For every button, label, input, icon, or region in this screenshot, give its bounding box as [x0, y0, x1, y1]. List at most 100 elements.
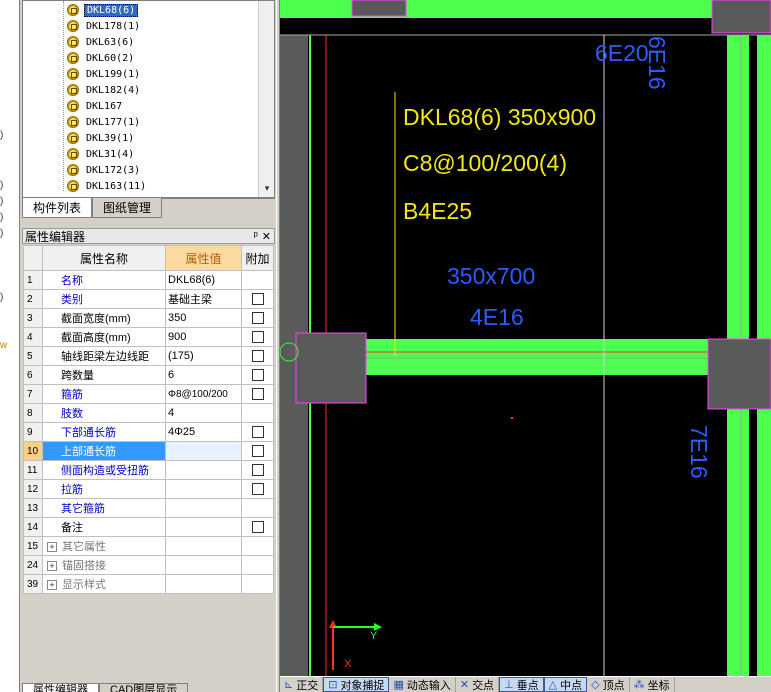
property-value[interactable] [165, 441, 242, 461]
property-group[interactable]: + 锚固搭接 [42, 555, 166, 575]
attach-checkbox[interactable] [251, 483, 264, 496]
property-value[interactable] [165, 498, 242, 518]
attach-checkbox[interactable] [251, 521, 264, 534]
component-tree[interactable]: DKL68(6) DKL178(1) DKL63(6) DKL60(2) DKL199(… [22, 0, 275, 198]
property-row[interactable]: 24 + 锚固搭接 [23, 555, 274, 575]
pin-icon[interactable]: ᵖ [254, 230, 258, 243]
property-extra [241, 536, 274, 556]
property-value[interactable]: 4 [165, 403, 242, 423]
property-value[interactable] [165, 536, 242, 556]
tab-component-list[interactable]: 构件列表 [22, 198, 93, 218]
component-icon [67, 164, 79, 176]
property-row[interactable]: 8 肢数 4 [23, 403, 274, 423]
tree-item[interactable]: DKL177(1) [67, 114, 142, 130]
property-value[interactable]: 基础主梁 [165, 289, 242, 309]
tab-drawing-management[interactable]: 图纸管理 [92, 198, 163, 218]
property-value[interactable]: 4Φ25 [165, 422, 242, 442]
status-toggle[interactable]: ⊾ 正交 [280, 677, 324, 692]
chevron-down-icon[interactable]: ▾ [259, 183, 274, 197]
property-row[interactable]: 4 截面高度(mm) 900 [23, 327, 274, 347]
tree-item-label: DKL178(1) [86, 20, 141, 32]
property-row[interactable]: 11 侧面构造或受扭筋 [23, 460, 274, 480]
component-icon [67, 4, 79, 16]
row-number: 9 [23, 422, 43, 442]
tree-item[interactable]: DKL39(1) [67, 130, 136, 146]
tree-item[interactable]: DKL163(11) [67, 178, 148, 194]
property-row[interactable]: 14 备注 [23, 517, 274, 537]
property-group[interactable]: + 其它属性 [42, 536, 166, 556]
property-value[interactable]: Φ8@100/200 [165, 384, 242, 404]
cad-canvas[interactable]: DKL68(6) 350x900 C8@100/200(4) B4E25 6E2… [280, 0, 771, 676]
property-name: 肢数 [42, 403, 166, 423]
property-group[interactable]: + 显示样式 [42, 574, 166, 594]
component-icon [67, 116, 79, 128]
row-number: 12 [23, 479, 43, 499]
status-toggle[interactable]: ▦ 动态输入 [389, 677, 456, 692]
attach-checkbox[interactable] [251, 331, 264, 344]
expand-icon[interactable]: + [47, 580, 57, 590]
tree-item-label: DKL167 [86, 100, 123, 112]
property-row[interactable]: 6 跨数量 6 [23, 365, 274, 385]
property-extra [241, 555, 274, 575]
expand-icon[interactable]: + [47, 561, 57, 571]
property-row[interactable]: 5 轴线距梁左边线距 (175) [23, 346, 274, 366]
property-value[interactable]: 900 [165, 327, 242, 347]
tree-scrollbar[interactable]: ▾ [258, 1, 274, 197]
axis-y-label: Y [370, 630, 378, 642]
property-extra [241, 289, 274, 309]
property-name: 其它属性 [62, 541, 106, 553]
status-toggle[interactable]: ✕ 交点 [456, 677, 500, 692]
status-toggle[interactable]: △ 中点 [543, 677, 588, 692]
property-value[interactable]: 350 [165, 308, 242, 328]
tree-item[interactable]: DKL199(1) [67, 66, 142, 82]
tree-item[interactable]: DKL178(1) [67, 18, 142, 34]
close-icon[interactable]: ✕ [262, 230, 271, 243]
tree-item[interactable]: DKL172(3) [67, 162, 142, 178]
attach-checkbox[interactable] [251, 445, 264, 458]
tree-item[interactable]: DKL31(4) [67, 146, 136, 162]
property-value[interactable] [165, 574, 242, 594]
property-row[interactable]: 9 下部通长筋 4Φ25 [23, 422, 274, 442]
property-row[interactable]: 7 箍筋 Φ8@100/200 [23, 384, 274, 404]
attach-checkbox[interactable] [251, 388, 264, 401]
attach-checkbox[interactable] [251, 464, 264, 477]
attach-checkbox[interactable] [251, 350, 264, 363]
tree-item[interactable]: DKL60(2) [67, 50, 136, 66]
snap-icon: ⊡ [328, 679, 338, 691]
property-value[interactable] [165, 517, 242, 537]
tree-item[interactable]: DKL63(6) [67, 34, 136, 50]
attach-checkbox[interactable] [251, 293, 264, 306]
property-value[interactable] [165, 479, 242, 499]
tree-item[interactable]: DKL68(6) [67, 2, 139, 18]
tree-item[interactable]: DKL167 [67, 98, 124, 114]
property-value[interactable] [165, 460, 242, 480]
property-row[interactable]: 1 名称 DKL68(6) [23, 270, 274, 290]
status-toggle[interactable]: ⁂ 坐标 [630, 677, 675, 692]
tab-cad-layers[interactable]: CAD图层显示 [99, 683, 189, 692]
property-row[interactable]: 12 拉筋 [23, 479, 274, 499]
attach-checkbox[interactable] [251, 312, 264, 325]
ortho-icon: ⊾ [284, 679, 294, 691]
property-row[interactable]: 2 类别 基础主梁 [23, 289, 274, 309]
tree-item-label: DKL68(6) [84, 3, 139, 17]
tree-item-label: DKL172(3) [86, 164, 141, 176]
property-value[interactable]: DKL68(6) [165, 270, 242, 290]
property-row[interactable]: 3 截面宽度(mm) 350 [23, 308, 274, 328]
property-row[interactable]: 15 + 其它属性 [23, 536, 274, 556]
property-row[interactable]: 10 上部通长筋 [23, 441, 274, 461]
strip-mark: ) [0, 180, 4, 191]
property-value[interactable] [165, 555, 242, 575]
status-toggle[interactable]: ◇ 顶点 [587, 677, 630, 692]
expand-icon[interactable]: + [47, 542, 57, 552]
tree-item[interactable]: DKL182(4) [67, 82, 142, 98]
property-value[interactable]: 6 [165, 365, 242, 385]
status-toggle[interactable]: ⊥ 垂点 [499, 677, 544, 692]
tab-property-editor[interactable]: 属性编辑器 [22, 683, 99, 692]
attach-checkbox[interactable] [251, 369, 264, 382]
attach-checkbox[interactable] [251, 426, 264, 439]
property-row[interactable]: 13 其它箍筋 [23, 498, 274, 518]
property-row[interactable]: 39 + 显示样式 [23, 574, 274, 594]
status-toggle[interactable]: ⊡ 对象捕捉 [323, 677, 390, 692]
row-number: 6 [23, 365, 43, 385]
property-value[interactable]: (175) [165, 346, 242, 366]
